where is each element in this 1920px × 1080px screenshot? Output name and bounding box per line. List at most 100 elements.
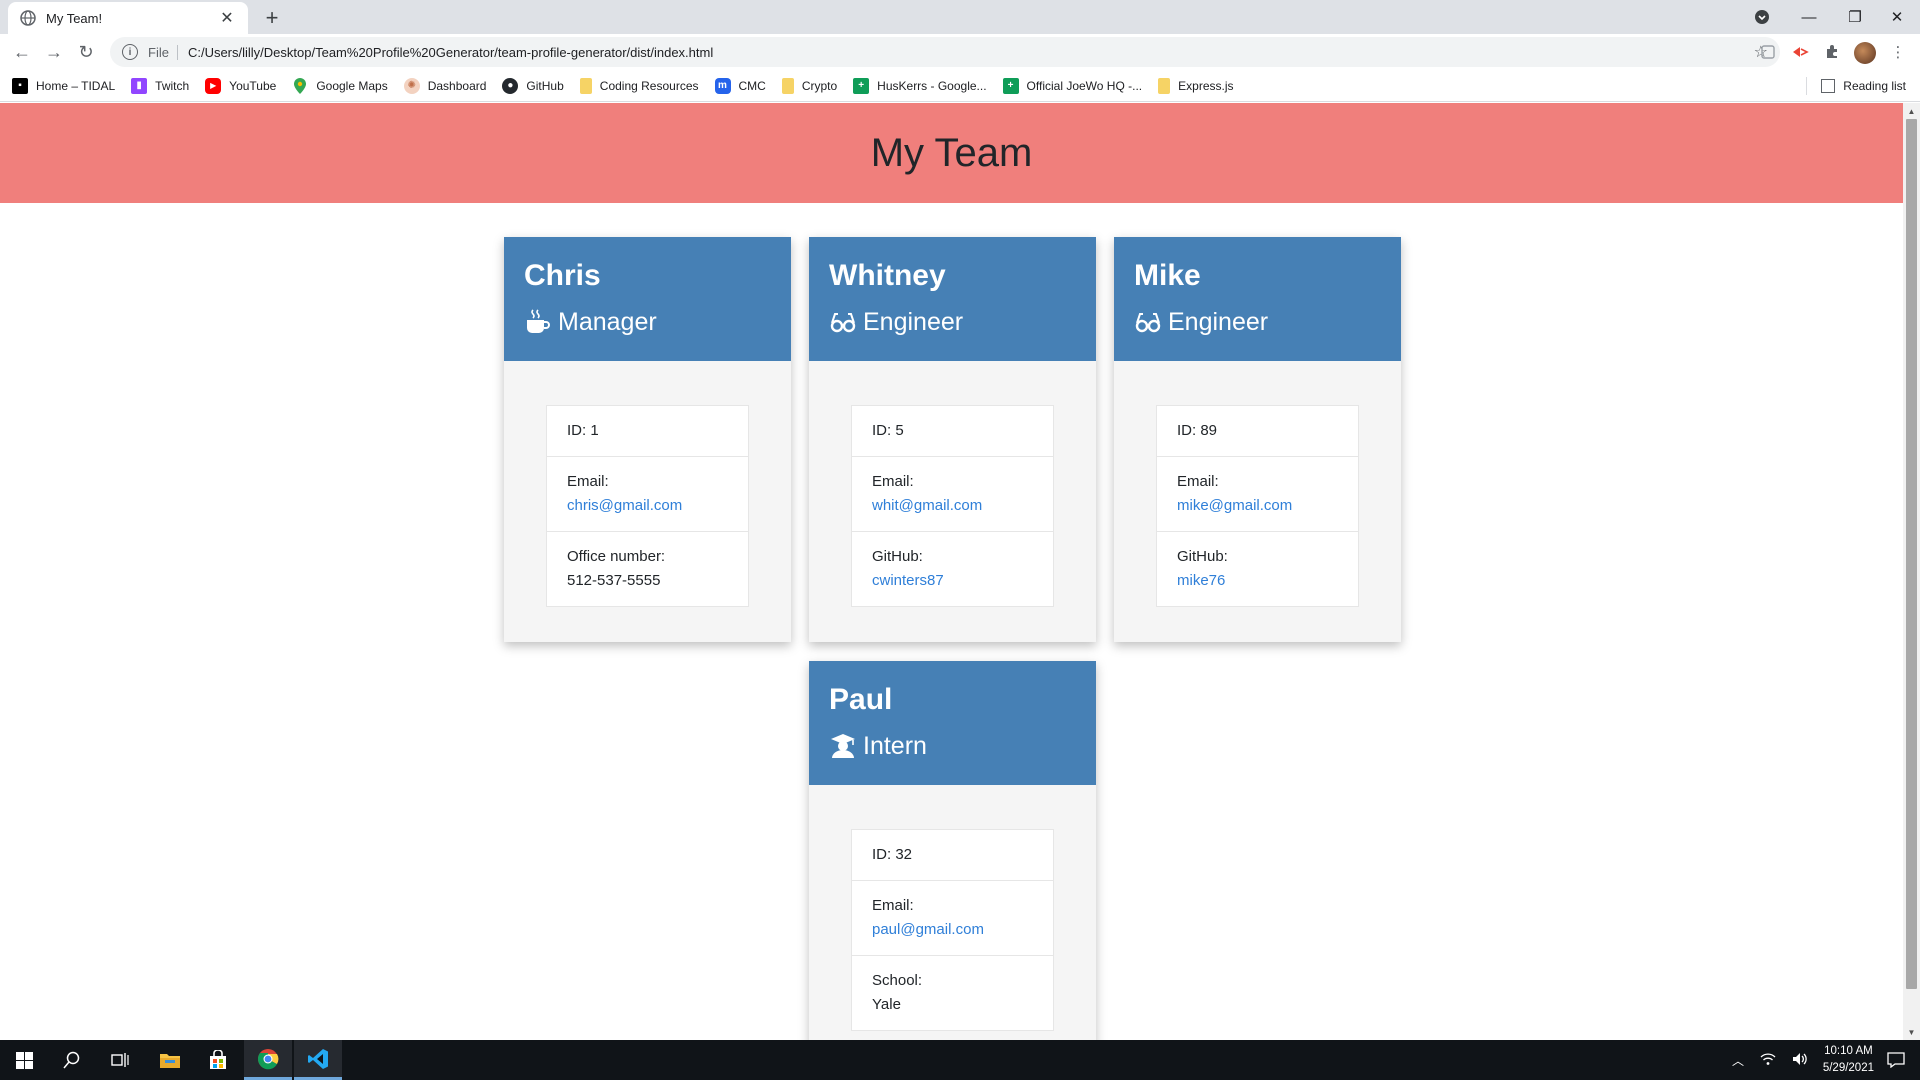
employee-role: Manager bbox=[524, 305, 771, 339]
clock-time: 10:10 AM bbox=[1824, 1045, 1873, 1057]
folder-icon bbox=[781, 77, 794, 94]
chrome-taskbar-icon[interactable] bbox=[244, 1040, 292, 1080]
card-body: ID: 89 Email: mike@gmail.com GitHub: mik… bbox=[1114, 361, 1401, 649]
forward-icon[interactable]: → bbox=[40, 38, 68, 66]
url-text[interactable]: C:/Users/lilly/Desktop/Team%20Profile%20… bbox=[188, 45, 1754, 60]
back-icon[interactable]: ← bbox=[8, 38, 36, 66]
address-bar[interactable]: i File C:/Users/lilly/Desktop/Team%20Pro… bbox=[110, 37, 1780, 67]
email-link[interactable]: mike@gmail.com bbox=[1177, 494, 1338, 518]
employee-role: Engineer bbox=[1134, 305, 1381, 339]
taskbar: ︿ 10:10 AM 5/29/2021 bbox=[0, 1040, 1920, 1080]
google-maps-icon bbox=[292, 77, 308, 94]
windows-start-icon[interactable] bbox=[0, 1040, 48, 1080]
profile-avatar[interactable] bbox=[1854, 42, 1876, 64]
id-text: ID: 1 bbox=[567, 422, 599, 439]
info-list: ID: 1 Email: chris@gmail.com Office numb… bbox=[546, 405, 749, 607]
email-item: Email: paul@gmail.com bbox=[852, 880, 1053, 955]
employee-card: Mike Engineer ID: 89 Email: mike@gmail.c… bbox=[1114, 237, 1401, 642]
restore-icon[interactable]: ❐ bbox=[1832, 0, 1878, 34]
scrollbar-thumb[interactable] bbox=[1906, 119, 1917, 989]
notifications-icon[interactable] bbox=[1872, 1040, 1920, 1080]
office-number-label: Office number: bbox=[567, 548, 666, 565]
office-number-item: Office number: 512-537-5555 bbox=[547, 531, 748, 606]
bookmark-item[interactable]: ▪ Home – TIDAL bbox=[12, 77, 116, 94]
school-label: School: bbox=[872, 972, 923, 989]
bookmark-item[interactable]: Google Maps bbox=[292, 77, 388, 94]
role-label: Manager bbox=[558, 308, 657, 336]
bookmark-label: Home – TIDAL bbox=[36, 78, 116, 93]
page-scrollbar[interactable]: ▲ ▼ bbox=[1903, 103, 1920, 1040]
close-tab-icon[interactable]: ✕ bbox=[218, 8, 236, 28]
card-header: Mike Engineer bbox=[1114, 237, 1401, 361]
email-link[interactable]: chris@gmail.com bbox=[567, 494, 728, 518]
page-viewport: My Team Chris Manager ID: 1 Email: chris… bbox=[0, 103, 1903, 1040]
role-label: Engineer bbox=[1168, 308, 1269, 336]
employee-name: Chris bbox=[524, 259, 601, 292]
taskbar-clock[interactable]: 10:10 AM 5/29/2021 bbox=[1823, 1043, 1874, 1077]
github-label: GitHub: bbox=[1177, 548, 1228, 565]
graduate-icon bbox=[829, 732, 857, 760]
email-item: Email: mike@gmail.com bbox=[1157, 456, 1358, 531]
reading-list-button[interactable]: Reading list bbox=[1806, 70, 1906, 102]
scroll-down-arrow-icon[interactable]: ▼ bbox=[1903, 1024, 1920, 1040]
sheets-icon: + bbox=[853, 77, 870, 94]
bookmark-item[interactable]: ● GitHub bbox=[502, 77, 564, 94]
glasses-icon bbox=[829, 308, 857, 336]
tab-search-icon[interactable] bbox=[1756, 40, 1780, 64]
email-label: Email: bbox=[1177, 473, 1219, 490]
employee-role: Intern bbox=[829, 729, 1076, 763]
scroll-up-arrow-icon[interactable]: ▲ bbox=[1903, 103, 1920, 119]
site-info-icon[interactable]: i bbox=[122, 44, 138, 60]
extensions-puzzle-icon[interactable] bbox=[1820, 40, 1844, 64]
bookmark-item[interactable]: Crypto bbox=[781, 77, 837, 94]
store-icon[interactable] bbox=[194, 1040, 242, 1080]
email-label: Email: bbox=[872, 897, 914, 914]
bookmark-item[interactable]: ✺ Dashboard bbox=[403, 77, 486, 94]
file-explorer-icon[interactable] bbox=[146, 1040, 194, 1080]
employee-name: Whitney bbox=[829, 259, 946, 292]
browser-tab[interactable]: My Team! ✕ bbox=[8, 2, 248, 34]
info-list: ID: 32 Email: paul@gmail.com School: Yal… bbox=[851, 829, 1054, 1031]
browser-toolbar: ← → ↻ i File C:/Users/lilly/Desktop/Team… bbox=[0, 34, 1920, 70]
email-link[interactable]: whit@gmail.com bbox=[872, 494, 1033, 518]
id-item: ID: 32 bbox=[852, 830, 1053, 880]
menu-kebab-icon[interactable]: ⋮ bbox=[1886, 40, 1910, 64]
sheets-icon: + bbox=[1002, 77, 1019, 94]
role-label: Engineer bbox=[863, 308, 964, 336]
github-link[interactable]: cwinters87 bbox=[872, 569, 1033, 593]
bookmark-item[interactable]: Express.js bbox=[1158, 77, 1234, 94]
divider bbox=[1806, 77, 1808, 95]
volume-icon[interactable] bbox=[1792, 1052, 1808, 1069]
bookmark-item[interactable]: Coding Resources bbox=[579, 77, 699, 94]
card-body: ID: 32 Email: paul@gmail.com School: Yal… bbox=[809, 785, 1096, 1040]
bookmark-item[interactable]: m CMC bbox=[714, 77, 766, 94]
network-icon[interactable] bbox=[1760, 1052, 1776, 1069]
reload-icon[interactable]: ↻ bbox=[72, 38, 100, 66]
github-link[interactable]: mike76 bbox=[1177, 569, 1338, 593]
bookmark-item[interactable]: + HusKerrs - Google... bbox=[853, 77, 987, 94]
id-item: ID: 89 bbox=[1157, 406, 1358, 456]
id-text: ID: 32 bbox=[872, 846, 913, 863]
coffee-mug-icon bbox=[524, 308, 552, 336]
bookmark-item[interactable]: + Official JoeWo HQ -... bbox=[1002, 77, 1143, 94]
minimize-icon[interactable]: — bbox=[1786, 0, 1832, 34]
extension-cast-icon[interactable] bbox=[1788, 40, 1812, 64]
email-label: Email: bbox=[872, 473, 914, 490]
info-list: ID: 5 Email: whit@gmail.com GitHub: cwin… bbox=[851, 405, 1054, 607]
profile-menu-icon[interactable] bbox=[1744, 0, 1780, 34]
search-icon[interactable] bbox=[48, 1040, 96, 1080]
reading-list-label: Reading list bbox=[1843, 79, 1906, 93]
reading-list-icon bbox=[1821, 79, 1836, 93]
task-view-icon[interactable] bbox=[96, 1040, 144, 1080]
email-link[interactable]: paul@gmail.com bbox=[872, 918, 1033, 942]
bookmark-item[interactable]: ▶ YouTube bbox=[205, 77, 276, 94]
new-tab-button[interactable]: + bbox=[258, 4, 286, 32]
globe-icon bbox=[20, 10, 36, 26]
window-close-icon[interactable]: ✕ bbox=[1874, 0, 1920, 34]
screen: My Team! ✕ + — ❐ ✕ ← → ↻ i File C:/Users… bbox=[0, 0, 1920, 1080]
bookmark-label: Official JoeWo HQ -... bbox=[1026, 78, 1143, 93]
github-label: GitHub: bbox=[872, 548, 923, 565]
chevron-up-icon[interactable]: ︿ bbox=[1732, 1052, 1744, 1069]
vscode-taskbar-icon[interactable] bbox=[294, 1040, 342, 1080]
bookmark-item[interactable]: ▮ Twitch bbox=[131, 77, 189, 94]
